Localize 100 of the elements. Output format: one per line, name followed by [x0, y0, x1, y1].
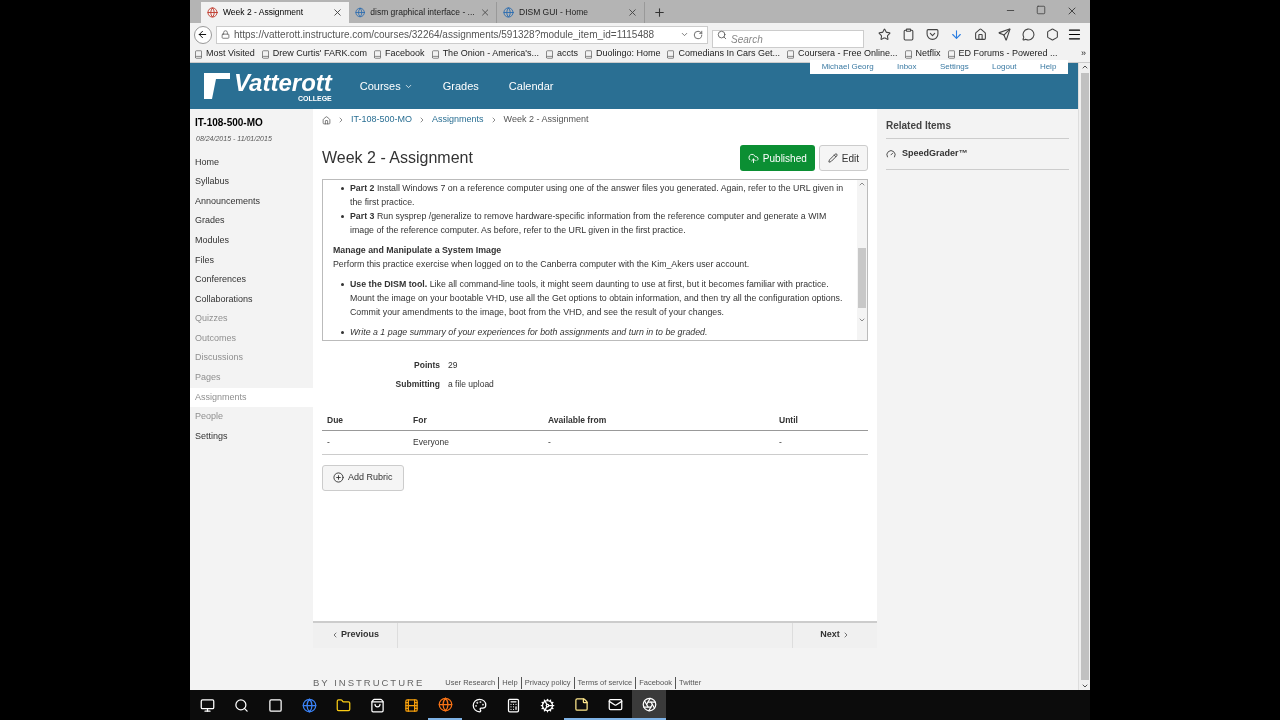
bookmark[interactable]: ED Forums - Powered ...: [946, 47, 1058, 61]
pocket-icon[interactable]: [926, 28, 940, 41]
list-item-text: Use the DISM tool. Like all command-line tools, it might seem daunting to use at first, but it becomes familiar with practice. Mount the image on your bootable VHD, use all the Get options to obtain information, and then try all the configuration options. Commit your amendments to the image, boot from the VHD, and see the result of your changes.: [350, 278, 844, 319]
more-bookmarks[interactable]: »: [1081, 47, 1086, 61]
plus-icon: [333, 472, 344, 483]
dropdown-icon[interactable]: [680, 30, 690, 39]
bookmark[interactable]: Drew Curtis' FARK.com: [260, 47, 368, 61]
site-icon: [207, 7, 218, 18]
table-cell-text: -: [327, 435, 331, 449]
nav-link[interactable]: Calendar: [508, 77, 554, 95]
close-icon[interactable]: [627, 7, 638, 18]
page-scrollbar[interactable]: [1078, 63, 1090, 690]
column-header: Available from: [548, 413, 608, 427]
close-icon[interactable]: [332, 7, 343, 18]
book-icon: [946, 49, 956, 59]
bookmark[interactable]: accts: [544, 47, 578, 61]
breadcrumb-link[interactable]: Week 2 - Assignment: [503, 113, 589, 127]
logo-mark-icon: [202, 71, 232, 101]
mail-icon: [607, 696, 623, 712]
hexagon-icon[interactable]: [1046, 28, 1060, 41]
detail-label: Submitting: [394, 377, 440, 391]
window-icon: [267, 697, 283, 713]
back-button[interactable]: [194, 25, 212, 44]
address-field[interactable]: https://vatterott.instructure.com/courses/32264/assignments/591328?module_item_id=1115488: [215, 25, 709, 44]
bookmark[interactable]: Duolingo: Home: [583, 47, 661, 61]
breadcrumb-link[interactable]: IT-108-500-MO: [351, 113, 413, 127]
book-icon: [583, 49, 593, 59]
pencil-icon: [827, 153, 838, 163]
calculator-icon: [505, 697, 521, 713]
book-icon: [666, 49, 676, 59]
previous-button[interactable]: Previous: [313, 622, 398, 648]
table-cell-text: -: [779, 435, 783, 449]
sidebar-link[interactable]: Home: [190, 152, 313, 173]
site-icon: [355, 7, 366, 18]
nav-link[interactable]: Grades: [442, 77, 479, 95]
course-code: IT-108-500-MO: [194, 116, 264, 130]
chat-icon[interactable]: [1022, 28, 1036, 41]
bookmark[interactable]: Coursera - Free Online...: [786, 47, 898, 61]
user-menu-link[interactable]: Help: [1039, 61, 1057, 73]
book-icon: [260, 49, 270, 59]
back-arrow-icon: [197, 29, 209, 40]
cloud-icon: [747, 152, 759, 164]
add-rubric-button[interactable]: Add Rubric: [322, 464, 404, 491]
start-icon: [199, 697, 215, 713]
star-icon[interactable]: [878, 28, 892, 41]
send-icon[interactable]: [998, 28, 1012, 41]
search-icon: [233, 697, 249, 713]
book-icon: [194, 49, 203, 59]
sidebar-link[interactable]: Collaborations: [190, 289, 313, 310]
sidebar-link[interactable]: Files: [190, 250, 313, 271]
bookmark[interactable]: The Onion - America's...: [430, 47, 539, 61]
caret-icon: [331, 631, 339, 640]
bullet-icon: [341, 215, 344, 218]
bullet-icon: [341, 283, 344, 286]
bookmark[interactable]: Comedians In Cars Get...: [666, 47, 780, 61]
home-icon[interactable]: [974, 28, 988, 41]
bookmark[interactable]: Facebook: [373, 47, 425, 61]
home-icon[interactable]: [322, 115, 331, 125]
download-icon[interactable]: [950, 28, 964, 41]
user-menu-link[interactable]: Inbox: [897, 61, 917, 73]
book-icon: [903, 49, 913, 59]
sidebar-link[interactable]: Settings: [190, 426, 313, 447]
list-item-text: Write a 1 page summary of your experiences for both assignments and turn in to be graded.: [350, 326, 708, 339]
bookmark[interactable]: Netflix: [903, 47, 941, 61]
column-header: Due: [327, 413, 345, 427]
sidebar-link[interactable]: Syllabus: [190, 172, 313, 192]
breadcrumb-link[interactable]: Assignments: [432, 113, 484, 127]
edit-button[interactable]: Edit: [818, 145, 868, 171]
browser-tab[interactable]: Week 2 - Assignment: [201, 2, 349, 23]
chevron-icon: [337, 116, 345, 124]
book-icon: [373, 49, 383, 59]
maximize-icon[interactable]: [1036, 5, 1046, 15]
scrollbar[interactable]: [857, 180, 867, 340]
list-item-text: Part 3 Run sysprep /generalize to remove hardware-specific information from the reference computer and generate a WIM image of the reference computer. As before, refer to the URL given in the first practice.: [350, 210, 828, 237]
menu-icon[interactable]: [1067, 27, 1082, 42]
next-button[interactable]: Next: [792, 622, 877, 648]
clipboard-icon[interactable]: [902, 28, 916, 41]
sidebar-link[interactable]: Announcements: [190, 191, 313, 212]
gauge-icon: [886, 148, 896, 159]
user-menu-link[interactable]: Michael Georg: [821, 61, 874, 73]
sidebar-link[interactable]: Conferences: [190, 270, 313, 290]
taskbar-button[interactable]: [632, 690, 666, 720]
section-heading: Manage and Manipulate a System Image: [333, 244, 503, 257]
book-icon: [544, 49, 554, 59]
new-tab-icon[interactable]: [653, 6, 666, 19]
search-field[interactable]: Search: [712, 30, 865, 48]
published-button[interactable]: Published: [739, 145, 815, 171]
reload-icon[interactable]: [693, 29, 704, 40]
related-link[interactable]: SpeedGrader™: [886, 139, 1069, 170]
nav-link[interactable]: Courses: [359, 77, 413, 95]
book-icon: [430, 49, 440, 59]
bullet-icon: [341, 187, 344, 190]
sidebar-link[interactable]: Grades: [190, 211, 313, 231]
user-menu-link[interactable]: Settings: [939, 61, 969, 73]
table-cell-text: Everyone: [413, 435, 450, 449]
sidebar-link[interactable]: Modules: [190, 230, 313, 251]
search-icon: [717, 29, 728, 40]
user-menu-link[interactable]: Logout: [992, 61, 1017, 73]
bookmark[interactable]: Most Visited: [194, 47, 255, 61]
close-icon[interactable]: [1066, 5, 1078, 17]
